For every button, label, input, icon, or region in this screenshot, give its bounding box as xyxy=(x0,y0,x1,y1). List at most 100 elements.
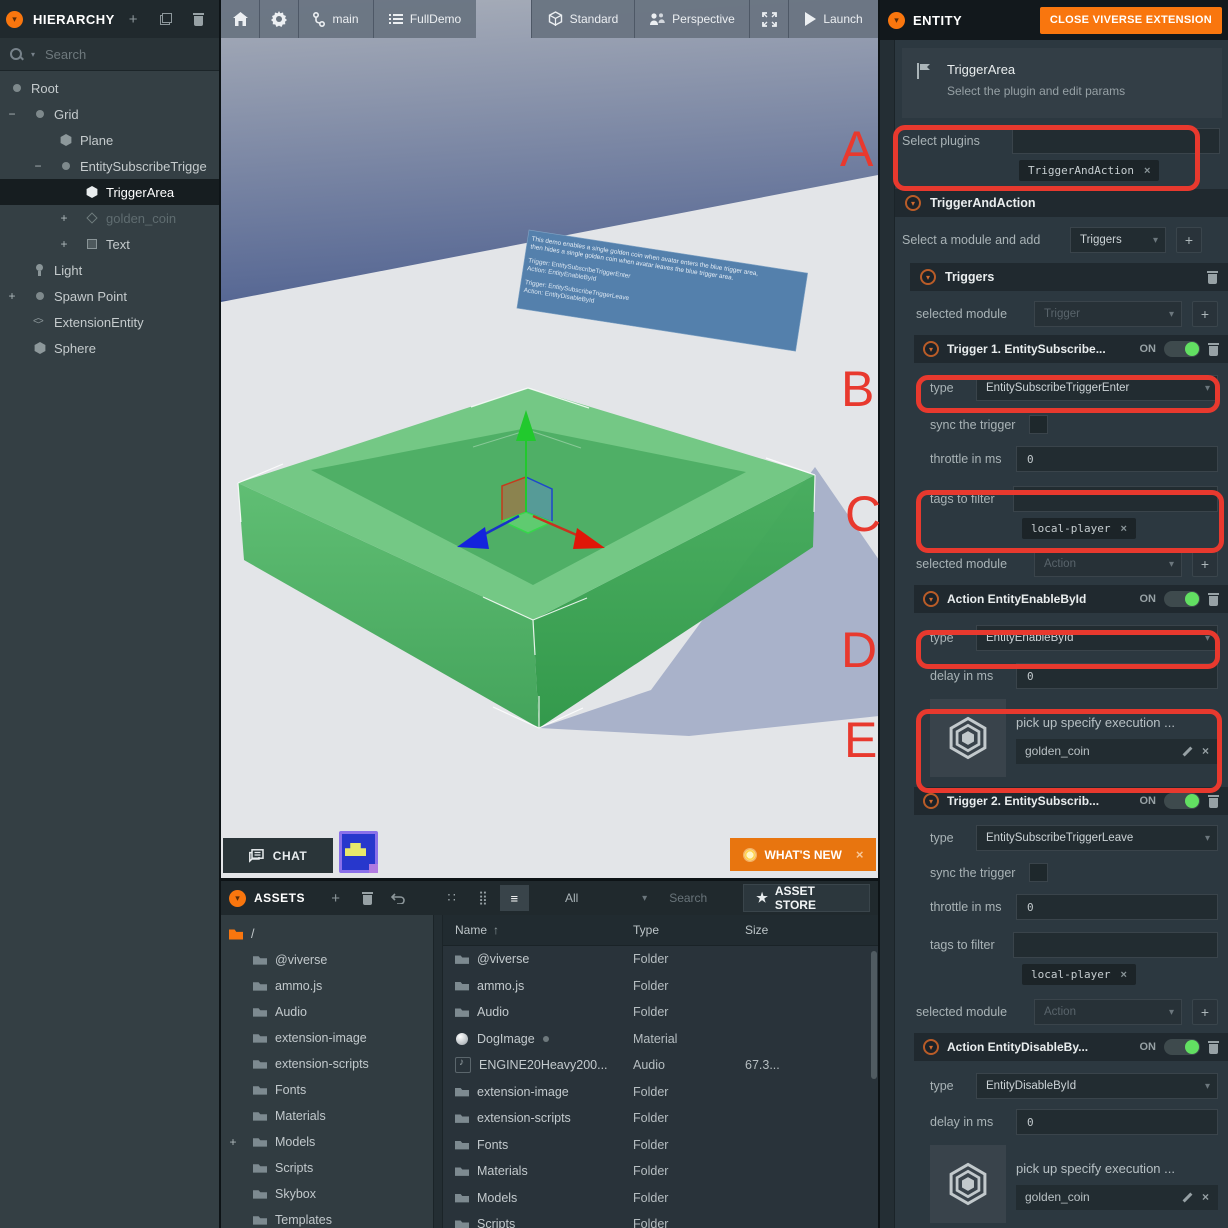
selected-module-dropdown[interactable]: Action xyxy=(1034,999,1182,1025)
clear-target-icon[interactable]: × xyxy=(1202,1190,1209,1204)
column-type[interactable]: Type xyxy=(633,923,745,937)
file-row[interactable]: extension-image Folder xyxy=(443,1079,878,1106)
entity-panel-scroll-gutter[interactable] xyxy=(880,40,895,1228)
scene-canvas[interactable]: This demo enables a single golden coin w… xyxy=(221,0,878,878)
trigger2-enabled-toggle[interactable] xyxy=(1164,793,1200,809)
delete-trigger1-icon[interactable] xyxy=(1208,343,1219,356)
action2-enabled-toggle[interactable] xyxy=(1164,1039,1200,1055)
module-add-dropdown[interactable]: Triggers xyxy=(1070,227,1166,253)
panel-collapse-icon[interactable]: ▾ xyxy=(888,12,905,29)
tree-expander-toggle[interactable] xyxy=(225,1207,241,1228)
trigger1-tags-input[interactable] xyxy=(1013,486,1218,512)
tree-expander-toggle[interactable]: − xyxy=(4,101,20,127)
trigger2-tag-chip[interactable]: local-player × xyxy=(1022,964,1136,985)
file-row[interactable]: @viverse Folder xyxy=(443,946,878,973)
tree-expander-toggle[interactable] xyxy=(30,127,46,153)
tree-expander-toggle[interactable] xyxy=(56,179,72,205)
fullscreen-button[interactable] xyxy=(749,0,788,38)
folder-tree-item[interactable]: + Models xyxy=(221,1129,433,1155)
extension-app-icon[interactable] xyxy=(339,831,378,873)
action2-type-dropdown[interactable]: EntityDisableById xyxy=(976,1073,1218,1099)
trigger1-enabled-toggle[interactable] xyxy=(1164,341,1200,357)
delete-action2-icon[interactable] xyxy=(1208,1041,1219,1054)
action1-enabled-toggle[interactable] xyxy=(1164,591,1200,607)
edit-pencil-icon[interactable] xyxy=(1181,1191,1194,1204)
hierarchy-tree-item[interactable]: + Spawn Point xyxy=(0,283,219,309)
assets-search-input[interactable] xyxy=(667,890,741,906)
tree-expander-toggle[interactable] xyxy=(4,335,20,361)
edit-pencil-icon[interactable] xyxy=(1181,745,1194,758)
plugin-tag-chip[interactable]: TriggerAndAction × xyxy=(1019,160,1159,181)
asset-type-filter-dropdown[interactable]: All xyxy=(557,886,651,910)
launch-button[interactable]: Launch xyxy=(788,0,878,38)
tree-expander-toggle[interactable] xyxy=(225,1103,241,1129)
section-chevron-icon[interactable]: ▾ xyxy=(920,269,936,285)
column-size[interactable]: Size xyxy=(745,923,878,937)
add-asset-button[interactable]: + xyxy=(321,885,350,911)
folder-tree-item[interactable]: extension-scripts xyxy=(221,1051,433,1077)
action2-delay-input[interactable]: 0 xyxy=(1016,1109,1218,1135)
hierarchy-tree-item[interactable]: Plane xyxy=(0,127,219,153)
folder-tree-item[interactable]: Materials xyxy=(221,1103,433,1129)
branch-button[interactable]: main xyxy=(298,0,373,38)
add-module-button[interactable]: + xyxy=(1176,227,1202,253)
tree-expander-toggle[interactable]: + xyxy=(225,1129,241,1155)
camera-mode-button[interactable]: Perspective xyxy=(634,0,749,38)
add-selected-module-button[interactable]: + xyxy=(1192,551,1218,577)
search-filter-chevron-icon[interactable]: ▾ xyxy=(31,50,35,59)
home-button[interactable] xyxy=(221,0,259,38)
hierarchy-tree-item[interactable]: + Text xyxy=(0,231,219,257)
action1-header[interactable]: ▾ Action EntityEnableById ON xyxy=(914,585,1228,613)
trigger1-header[interactable]: ▾ Trigger 1. EntitySubscribe... ON xyxy=(914,335,1228,363)
delete-entity-button[interactable] xyxy=(184,6,213,32)
section-chevron-icon[interactable]: ▾ xyxy=(923,341,939,357)
section-chevron-icon[interactable]: ▾ xyxy=(923,793,939,809)
file-row[interactable]: Audio Folder xyxy=(443,999,878,1026)
trigger1-type-dropdown[interactable]: EntitySubscribeTriggerEnter xyxy=(976,375,1218,401)
trigger2-sync-checkbox[interactable] xyxy=(1029,863,1048,882)
tree-expander-toggle[interactable] xyxy=(225,1155,241,1181)
hierarchy-tree-item[interactable]: Root xyxy=(0,75,219,101)
trigger2-throttle-input[interactable]: 0 xyxy=(1016,894,1218,920)
clear-target-icon[interactable]: × xyxy=(1202,744,1209,758)
selected-module-dropdown[interactable]: Action xyxy=(1034,551,1182,577)
file-row[interactable]: ENGINE20Heavy200... Audio 67.3... xyxy=(443,1052,878,1079)
trigger1-throttle-input[interactable]: 0 xyxy=(1016,446,1218,472)
tree-expander-toggle[interactable] xyxy=(4,309,20,335)
file-row[interactable]: DogImage Material xyxy=(443,1026,878,1053)
column-name[interactable]: Name↑ xyxy=(443,923,633,937)
folder-tree-item[interactable]: ammo.js xyxy=(221,973,433,999)
action1-target-field[interactable]: golden_coin × xyxy=(1016,739,1218,764)
add-selected-module-button[interactable]: + xyxy=(1192,999,1218,1025)
selected-module-dropdown[interactable]: Trigger xyxy=(1034,301,1182,327)
file-row[interactable]: Models Folder xyxy=(443,1185,878,1212)
duplicate-entity-button[interactable] xyxy=(152,6,181,32)
tree-expander-toggle[interactable] xyxy=(225,1051,241,1077)
scene-picker-button[interactable]: FullDemo xyxy=(373,0,476,38)
trigger2-tags-input[interactable] xyxy=(1013,932,1218,958)
section-chevron-icon[interactable]: ▾ xyxy=(905,195,921,211)
view-list-button[interactable]: ≡ xyxy=(500,885,529,911)
folder-tree-item[interactable]: extension-image xyxy=(221,1025,433,1051)
folder-tree-item[interactable]: Templates xyxy=(221,1207,433,1228)
file-row[interactable]: extension-scripts Folder xyxy=(443,1105,878,1132)
select-plugins-input[interactable] xyxy=(1012,128,1220,154)
folder-tree-item[interactable]: Skybox xyxy=(221,1181,433,1207)
action2-header[interactable]: ▾ Action EntityDisableBy... ON xyxy=(914,1033,1228,1061)
folder-tree-item[interactable]: Fonts xyxy=(221,1077,433,1103)
settings-button[interactable] xyxy=(259,0,298,38)
add-entity-button[interactable]: + xyxy=(119,6,148,32)
hierarchy-tree-item[interactable]: Light xyxy=(0,257,219,283)
tree-expander-toggle[interactable]: + xyxy=(4,283,20,309)
viewport[interactable]: This demo enables a single golden coin w… xyxy=(221,0,878,878)
tree-expander-toggle[interactable] xyxy=(225,1077,241,1103)
tree-expander-toggle[interactable] xyxy=(225,973,241,999)
delete-trigger2-icon[interactable] xyxy=(1208,795,1219,808)
assets-pane-divider[interactable] xyxy=(433,915,443,1228)
hierarchy-tree-item[interactable]: + golden_coin xyxy=(0,205,219,231)
tree-expander-toggle[interactable]: − xyxy=(30,153,46,179)
trigger2-header[interactable]: ▾ Trigger 2. EntitySubscrib... ON xyxy=(914,787,1228,815)
folder-tree-item[interactable]: @viverse xyxy=(221,947,433,973)
file-row[interactable]: Scripts Folder xyxy=(443,1211,878,1228)
folder-tree-item[interactable]: Audio xyxy=(221,999,433,1025)
